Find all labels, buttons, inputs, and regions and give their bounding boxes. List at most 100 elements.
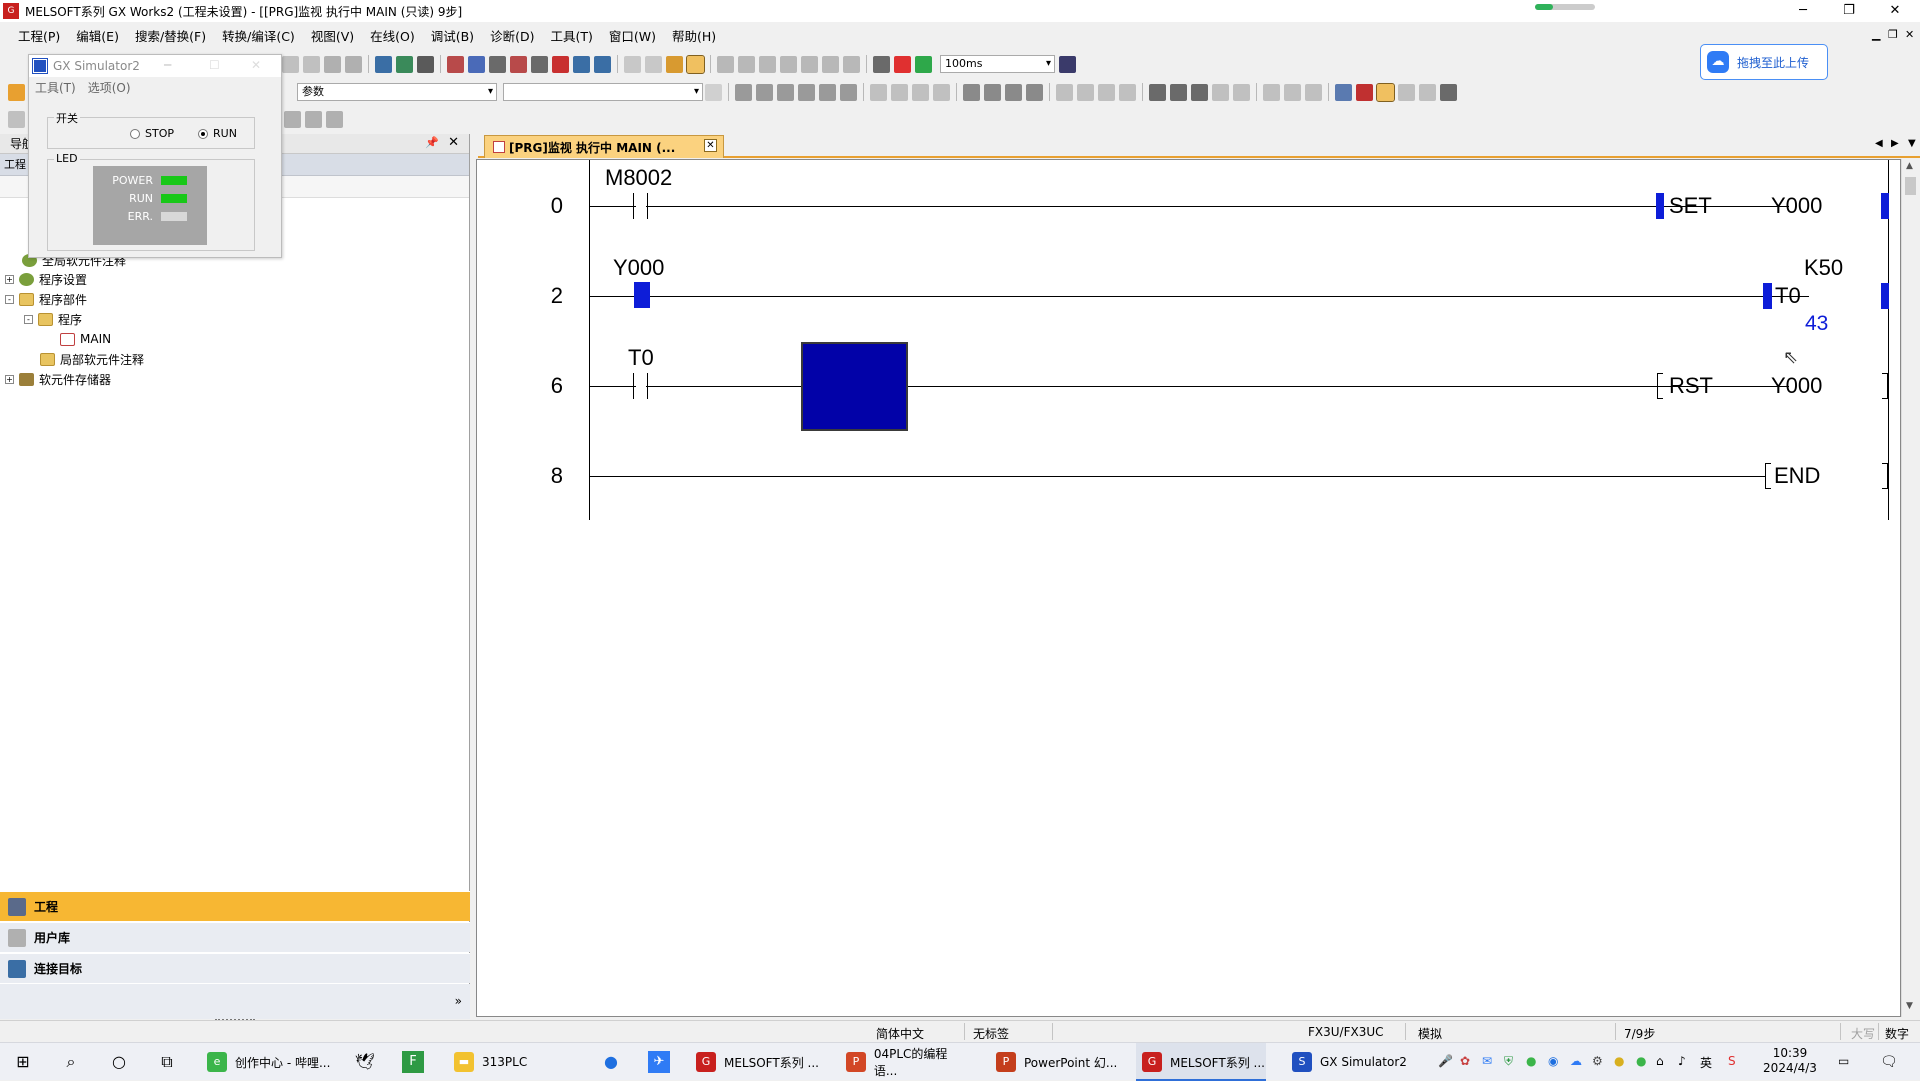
find-icon[interactable] — [624, 55, 641, 73]
monitor-highlight-icon[interactable] — [1376, 82, 1395, 102]
tree-item-device-memory[interactable]: + 软元件存储器 — [5, 370, 111, 388]
simulator-menu-tools[interactable]: 工具(T) — [29, 79, 82, 96]
tab-list-icon[interactable]: ▼ — [1908, 138, 1916, 149]
nav-tab-user-library[interactable]: 用户库 — [0, 922, 470, 952]
paste-icon[interactable] — [303, 55, 320, 73]
mail-tray-icon[interactable]: ✉ — [1482, 1054, 1492, 1068]
invert-icon[interactable] — [1056, 83, 1073, 101]
delete-horizontal-icon[interactable] — [912, 83, 929, 101]
restore-button[interactable]: ❐ — [1826, 0, 1872, 22]
menu-debug[interactable]: 调试(B) — [423, 26, 482, 45]
convert-icon[interactable] — [396, 55, 413, 73]
tray-yellow-icon[interactable]: ● — [1614, 1054, 1624, 1068]
bird-app-icon[interactable]: 🕊 — [354, 1051, 376, 1073]
closed-contact-icon[interactable] — [756, 83, 773, 101]
ladder-cursor[interactable] — [801, 342, 908, 431]
ladder-statement-icon[interactable] — [1233, 83, 1250, 101]
search-icon[interactable]: ⌕ — [60, 1051, 82, 1073]
note-icon[interactable] — [1284, 83, 1301, 101]
cortana-icon[interactable]: ○ — [108, 1051, 130, 1073]
open-contact-icon[interactable] — [735, 83, 752, 101]
network-tray-icon[interactable]: ⚙ — [1592, 1054, 1603, 1068]
taskbar-app-ppt-1[interactable]: P 04PLC的编程语... — [840, 1043, 970, 1081]
ladder-rising-icon[interactable] — [822, 55, 839, 73]
taskbar-app-melsoft-1[interactable]: G MELSOFT系列 ... — [690, 1043, 820, 1081]
convert-all-icon[interactable] — [417, 55, 434, 73]
microphone-icon[interactable]: 🎤 — [1438, 1054, 1453, 1068]
ime-indicator[interactable]: 英 — [1700, 1054, 1712, 1071]
program-combo[interactable] — [503, 83, 703, 101]
taskbar-app-ppt-2[interactable]: P PowerPoint 幻... — [990, 1043, 1120, 1081]
mdi-restore-button[interactable]: ❐ — [1888, 24, 1898, 46]
editor-vertical-scrollbar[interactable]: ▲ ▼ — [1901, 159, 1918, 1017]
tool-a-icon[interactable] — [284, 110, 301, 128]
wechat-icon[interactable]: ● — [1526, 1054, 1536, 1068]
taskbar-app-browser[interactable]: e 创作中心 - 哔哩... — [204, 1043, 334, 1081]
scrollbar-thumb[interactable] — [1905, 177, 1916, 195]
cross-reference-icon[interactable] — [645, 55, 662, 73]
copy-icon[interactable] — [282, 55, 299, 73]
menu-tools[interactable]: 工具(T) — [542, 26, 600, 45]
steam-icon[interactable]: ◉ — [1548, 1054, 1558, 1068]
pin-icon[interactable]: 📌 — [425, 136, 439, 149]
run-radio[interactable]: RUN — [198, 127, 237, 140]
scroll-up-icon[interactable]: ▲ — [1906, 161, 1913, 171]
line-draw-icon[interactable] — [1149, 83, 1166, 101]
tab-main-monitor[interactable]: [PRG]监视 执行中 MAIN (... ✕ — [484, 135, 724, 158]
parameter-combo[interactable]: 参数 — [297, 83, 497, 101]
collapse-icon[interactable]: - — [5, 294, 14, 304]
tray-app-icon[interactable]: ✿ — [1460, 1054, 1470, 1068]
undo-icon[interactable] — [324, 55, 341, 73]
tree-item-program-settings[interactable]: + 程序设置 — [5, 270, 87, 288]
f-app-icon[interactable]: F — [402, 1051, 424, 1073]
menu-edit[interactable]: 编辑(E) — [68, 26, 127, 45]
menu-view[interactable]: 视图(V) — [303, 26, 362, 45]
ladder-delete-line-icon[interactable] — [801, 55, 818, 73]
ladder-series-icon[interactable] — [738, 55, 755, 73]
menu-find-replace[interactable]: 搜索/替换(F) — [127, 26, 214, 45]
coil-icon[interactable] — [819, 83, 836, 101]
ladder-parallel-icon[interactable] — [717, 55, 734, 73]
tree-item-main[interactable]: MAIN — [60, 330, 111, 348]
redo-icon[interactable] — [345, 55, 362, 73]
feishu-app-icon[interactable]: ✈ — [648, 1051, 670, 1073]
clock[interactable]: 10:39 2024/4/3 — [1760, 1046, 1820, 1076]
closed-branch-icon[interactable] — [798, 83, 815, 101]
operation-result-icon[interactable] — [1077, 83, 1094, 101]
ladder-branch-icon[interactable] — [759, 55, 776, 73]
simulator-minimize-button[interactable]: ─ — [164, 58, 171, 72]
ladder-falling-icon[interactable] — [843, 55, 860, 73]
line-mode-icon[interactable] — [1191, 83, 1208, 101]
ladder-line-icon[interactable] — [780, 55, 797, 73]
open-element-icon[interactable] — [705, 83, 722, 101]
run-icon[interactable] — [894, 55, 911, 73]
ladder-editor[interactable]: 0 M8002 SET Y000 2 Y000 K50 T0 43 6 T0 R… — [476, 159, 1901, 1017]
mdi-close-button[interactable]: ✕ — [1905, 24, 1914, 46]
tree-item-local-comment[interactable]: 局部软元件注释 — [40, 350, 144, 368]
menu-project[interactable]: 工程(P) — [10, 26, 68, 45]
mdi-minimize-button[interactable]: ▁ — [1872, 24, 1880, 46]
menu-diagnostics[interactable]: 诊断(D) — [482, 26, 542, 45]
pulse-rise-icon[interactable] — [1098, 83, 1115, 101]
expand-icon[interactable]: + — [5, 374, 14, 384]
tool-c-icon[interactable] — [326, 110, 343, 128]
simulator-close-button[interactable]: ✕ — [251, 58, 261, 72]
remote-operation-icon[interactable] — [510, 55, 527, 73]
simulator-maximize-button[interactable]: ☐ — [209, 58, 220, 72]
device-comment-icon[interactable] — [1263, 83, 1280, 101]
menu-compile[interactable]: 转换/编译(C) — [214, 26, 303, 45]
rising-pulse-icon[interactable] — [963, 83, 980, 101]
monitor-icon[interactable] — [531, 55, 548, 73]
collapse-icon[interactable]: - — [24, 314, 33, 324]
expand-icon[interactable]: + — [5, 274, 14, 284]
nav-tab-connection[interactable]: 连接目标 — [0, 953, 470, 983]
wifi-icon[interactable]: ⌂ — [1656, 1054, 1664, 1068]
volume-icon[interactable]: ♪ — [1678, 1054, 1686, 1068]
input-method-icon[interactable]: S — [1728, 1054, 1736, 1068]
ladder-tool-icon[interactable] — [8, 110, 25, 128]
desktop-icon[interactable]: ▭ — [1838, 1054, 1849, 1068]
menu-help[interactable]: 帮助(H) — [664, 26, 724, 45]
upload-button[interactable]: ☁ 拖拽至此上传 — [1700, 44, 1828, 80]
horizontal-line-icon[interactable] — [870, 83, 887, 101]
scroll-down-icon[interactable]: ▼ — [1906, 1001, 1913, 1011]
